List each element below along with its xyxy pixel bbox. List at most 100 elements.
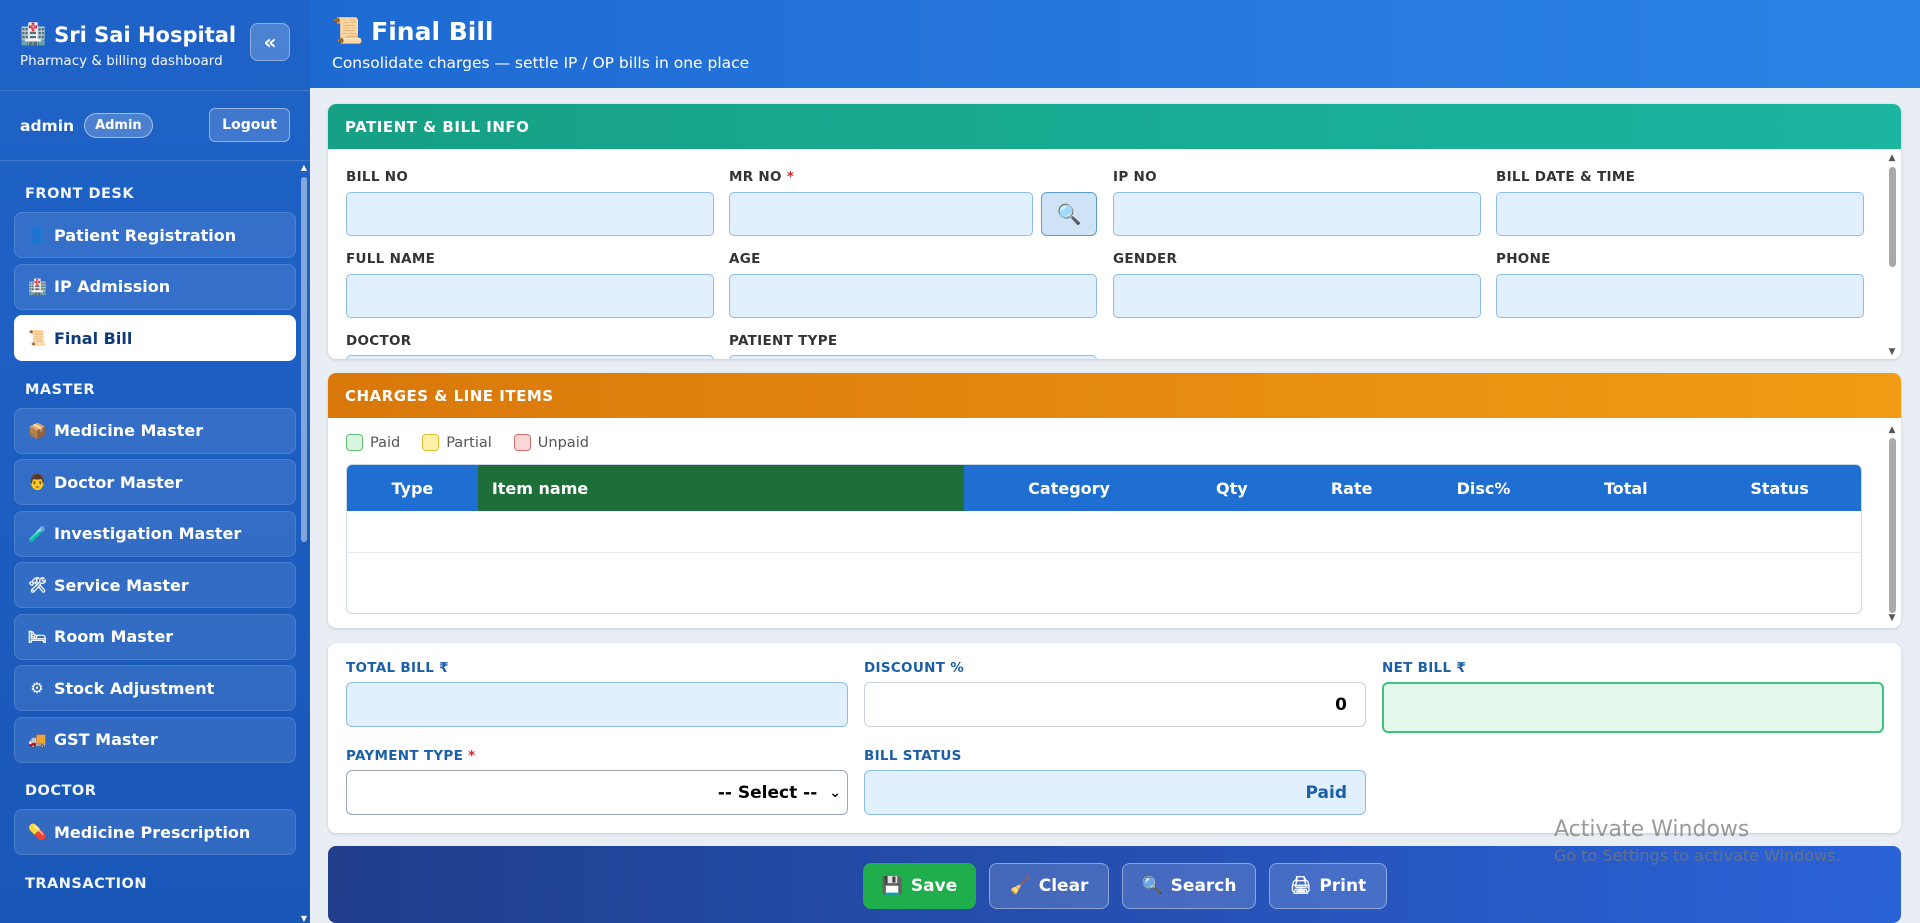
column-header[interactable]: Qty [1174, 465, 1290, 511]
payment-type-label: PAYMENT TYPE * [346, 748, 476, 764]
sidebar-item-medicine-master[interactable]: 📦 Medicine Master [14, 407, 296, 454]
watermark-line1: Activate Windows [1554, 817, 1750, 842]
bill-date-label: BILL DATE & TIME [1496, 169, 1636, 185]
sidebar-item-doctor-master[interactable]: 👨 Doctor Master [14, 459, 296, 505]
clear-button[interactable]: 🧹 Clear [989, 863, 1109, 909]
charges-table-header: Type Item name Category Qty Rate Disc% Total St… [347, 465, 1861, 511]
sidebar-item-final-bill[interactable]: 📜 Final Bill [14, 315, 296, 361]
save-button[interactable]: 💾 Save [863, 863, 976, 909]
total-bill-label: TOTAL BILL ₹ [346, 660, 449, 676]
watermark-line2: Go to Settings to activate Windows. [1554, 846, 1841, 865]
sidebar-item-label: Doctor Master [54, 472, 183, 492]
net-bill-label: NET BILL ₹ [1382, 660, 1467, 676]
legend-unpaid: Unpaid [513, 434, 589, 451]
sidebar-item-label: Patient Registration [54, 225, 237, 245]
brand-name: Sri Sai Hospital [54, 22, 237, 47]
sidebar-item-ip-admission[interactable]: 🏥 IP Admission [14, 263, 296, 310]
bill-date-input[interactable] [1496, 192, 1864, 236]
main-content: 📜 Final Bill Consolidate charges — settl… [310, 0, 1920, 923]
column-header[interactable]: Type [347, 465, 478, 511]
status-legend: Paid Partial Unpaid [346, 434, 589, 451]
totals-panel: TOTAL BILL ₹ DISCOUNT % 0 NET BILL ₹ PAY… [328, 643, 1901, 833]
discount-label: DISCOUNT % [864, 660, 965, 676]
activate-windows-watermark: Activate Windows Go to Settings to activ… [1554, 817, 1841, 865]
sidebar-item-investigation-master[interactable]: 🧪 Investigation Master [14, 510, 296, 557]
bill-no-label: BILL NO [346, 169, 409, 185]
printer-icon: 🖨 [1289, 876, 1312, 896]
collapse-sidebar-button[interactable]: « [250, 23, 290, 61]
patient-bill-card: PATIENT & BILL INFO BILL NO MR NO * 🔍 IP… [328, 104, 1901, 359]
gender-label: GENDER [1113, 251, 1178, 267]
charges-table: Type Item name Category Qty Rate Disc% Total St… [346, 464, 1862, 614]
bill-no-input[interactable] [346, 192, 714, 236]
sidebar-item-stock-adjustment[interactable]: ⚙ Stock Adjustment [14, 665, 296, 711]
sidebar-item-medicine-prescription[interactable]: 💊 Medicine Prescription [14, 809, 296, 855]
save-icon: 💾 [881, 876, 903, 896]
sidebar-item-service-master[interactable]: 🛠 Service Master [14, 562, 296, 608]
sidebar-item-label: GST Master [54, 730, 158, 749]
username: admin [20, 116, 75, 135]
sidebar-scrollbar[interactable]: ▲ ▼ [300, 163, 308, 923]
charges-card: CHARGES & LINE ITEMS Paid Partial Unpaid… [328, 373, 1901, 628]
sidebar-item-label: IP Admission [54, 277, 171, 296]
net-bill-input[interactable] [1382, 682, 1884, 733]
doctor-input[interactable] [346, 355, 714, 359]
patient-type-input[interactable] [729, 355, 1097, 359]
doctor-label: DOCTOR [346, 333, 412, 349]
patient-type-label: PATIENT TYPE [729, 333, 838, 349]
phone-input[interactable] [1496, 274, 1864, 318]
full-name-input[interactable] [346, 274, 714, 318]
sidebar-item-gst-master[interactable]: 🚚 GST Master [14, 716, 296, 763]
page-title: 📜 Final Bill [332, 16, 1898, 46]
nav-item-icon: 🏥 [28, 277, 47, 296]
total-bill-input[interactable] [346, 682, 848, 727]
table-row[interactable] [347, 553, 1861, 595]
patient-card-scrollbar[interactable]: ▲ ▼ [1886, 153, 1898, 357]
sidebar-nav: FRONT DESK 👤 Patient Registration 🏥 IP Admis… [0, 161, 310, 902]
sidebar-item-label: Investigation Master [54, 524, 242, 543]
payment-type-select[interactable]: -- Select -- ⌄ [346, 770, 848, 815]
nav-section-title: DOCTOR [25, 783, 97, 799]
legend-partial: Partial [422, 434, 492, 451]
column-header[interactable]: Total [1553, 465, 1698, 511]
payment-type-value: -- Select -- [717, 782, 818, 803]
mr-no-input[interactable] [729, 192, 1033, 236]
column-header[interactable]: Category [964, 465, 1174, 511]
charges-card-scrollbar[interactable]: ▲ ▼ [1886, 425, 1898, 623]
logout-button[interactable]: Logout [209, 108, 290, 142]
full-name-label: FULL NAME [346, 251, 436, 267]
nav-item-icon: 👨 [28, 473, 47, 491]
legend-paid: Paid [346, 434, 400, 451]
column-header[interactable]: Item name [477, 465, 965, 511]
sidebar: 🏥 Sri Sai Hospital Pharmacy & billing da… [0, 0, 310, 923]
mr-search-button[interactable]: 🔍 [1041, 192, 1097, 236]
nav-item-icon: 🧪 [28, 524, 47, 543]
page-subtitle: Consolidate charges — settle IP / OP bil… [332, 54, 750, 72]
discount-input[interactable]: 0 [864, 682, 1366, 727]
search-button[interactable]: 🔍 Search [1122, 863, 1256, 909]
mr-no-label: MR NO * [729, 169, 795, 185]
sidebar-item-label: Service Master [54, 575, 189, 595]
sidebar-item-room-master[interactable]: 🛏 Room Master [14, 613, 296, 660]
chevron-down-icon: ⌄ [829, 784, 841, 801]
column-header[interactable]: Rate [1290, 465, 1414, 511]
print-button[interactable]: 🖨 Print [1269, 863, 1387, 909]
sidebar-item-patient-registration[interactable]: 👤 Patient Registration [14, 212, 296, 258]
sidebar-item-label: Medicine Prescription [54, 822, 251, 842]
nav-item-icon: ⚙ [30, 679, 44, 697]
column-header[interactable]: Status [1698, 465, 1861, 511]
nav-item-icon: 🛠 [28, 576, 48, 594]
page-title-text: Final Bill [371, 16, 494, 46]
ip-no-label: IP NO [1113, 169, 1157, 185]
column-header[interactable]: Disc% [1414, 465, 1554, 511]
broom-icon: 🧹 [1009, 876, 1031, 896]
brand: 🏥 Sri Sai Hospital Pharmacy & billing da… [0, 0, 310, 91]
table-row[interactable] [347, 511, 1861, 553]
bill-status-field[interactable]: Paid [864, 770, 1366, 815]
page-header: 📜 Final Bill Consolidate charges — settl… [310, 0, 1920, 88]
nav-section-title: TRANSACTION [25, 875, 147, 892]
nav-item-icon: 📜 [28, 329, 47, 347]
gender-input[interactable] [1113, 274, 1481, 318]
age-input[interactable] [729, 274, 1097, 318]
ip-no-input[interactable] [1113, 192, 1481, 236]
